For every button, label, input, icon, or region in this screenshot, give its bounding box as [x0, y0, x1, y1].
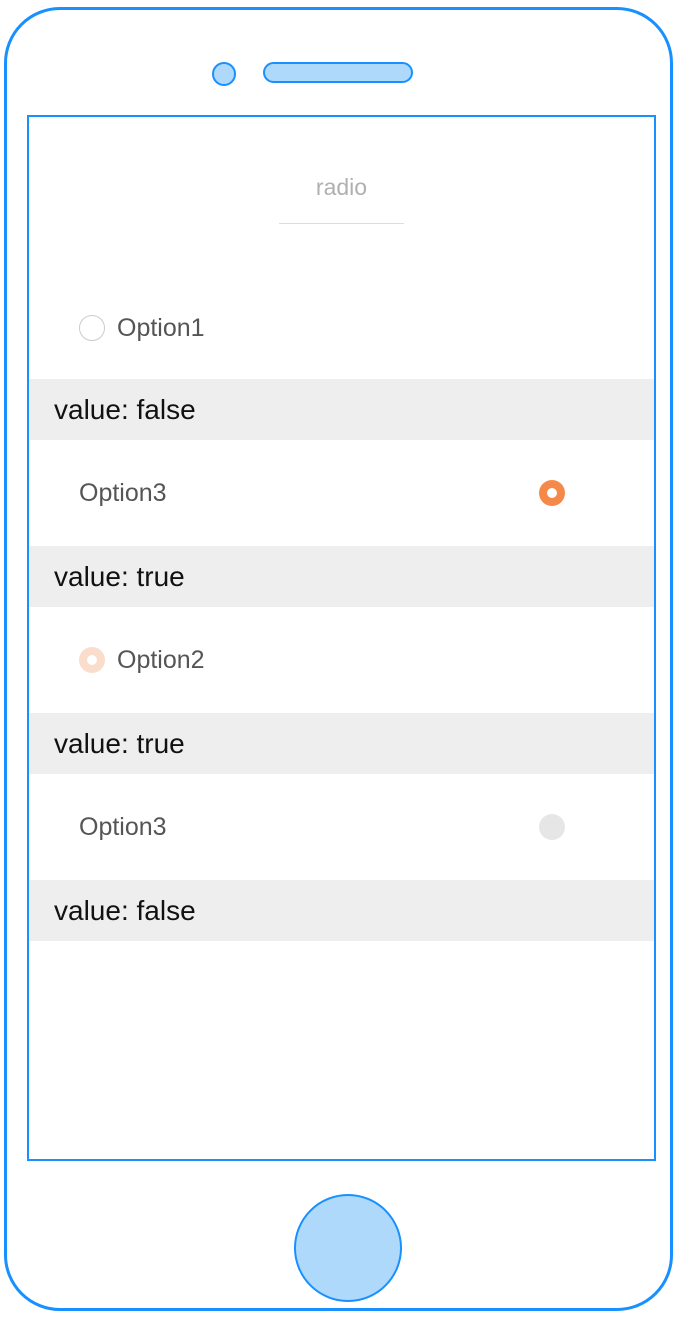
screen: radio Option1 value: false Option3 value… — [27, 115, 656, 1161]
value-display: value: false — [29, 880, 654, 941]
radio-row-option2-disabled: Option2 — [29, 607, 654, 713]
value-display: value: false — [29, 379, 654, 440]
speaker-icon — [263, 62, 413, 83]
page-title: radio — [279, 171, 404, 224]
radio-row-option3[interactable]: Option3 — [29, 440, 654, 546]
radio-row-option3-disabled: Option3 — [29, 774, 654, 880]
radio-checked-icon[interactable] — [539, 480, 565, 506]
radio-unchecked-disabled-icon — [539, 814, 565, 840]
radio-row-option1[interactable]: Option1 — [29, 275, 654, 381]
value-display: value: true — [29, 546, 654, 607]
radio-label[interactable]: Option3 — [79, 440, 167, 546]
home-button[interactable] — [294, 1194, 402, 1302]
value-display: value: true — [29, 713, 654, 774]
radio-label[interactable]: Option1 — [117, 314, 205, 343]
camera-icon — [212, 62, 236, 86]
radio-label: Option2 — [117, 645, 205, 674]
radio-checked-disabled-icon — [79, 647, 105, 673]
radio-unchecked-icon[interactable] — [79, 315, 105, 341]
radio-label: Option3 — [79, 813, 167, 841]
